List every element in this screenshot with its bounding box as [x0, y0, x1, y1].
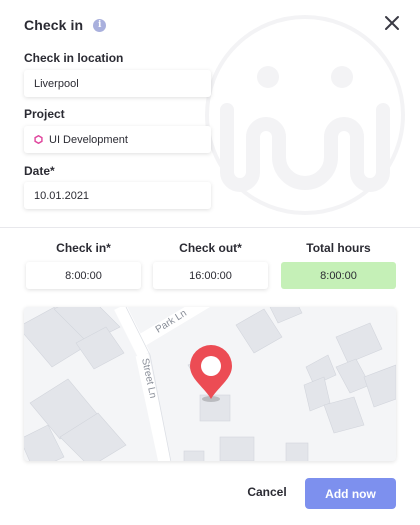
- check-in-label: Check in*: [56, 241, 111, 255]
- location-field[interactable]: Liverpool: [24, 70, 211, 97]
- modal-header: Check in i: [24, 17, 107, 33]
- add-now-button[interactable]: Add now: [305, 478, 396, 509]
- project-value: UI Development: [49, 133, 128, 146]
- map-canvas: Park Ln Street Ln: [24, 307, 396, 461]
- total-hours-value: 8:00:00: [320, 269, 357, 282]
- map-view[interactable]: Park Ln Street Ln: [24, 307, 396, 461]
- hexagon-icon: [34, 135, 43, 144]
- section-divider: [0, 227, 420, 228]
- info-icon[interactable]: i: [93, 18, 107, 32]
- logo-watermark: [205, 15, 405, 215]
- cancel-button[interactable]: Cancel: [236, 478, 298, 506]
- check-in-field[interactable]: 8:00:00: [26, 262, 141, 289]
- close-icon[interactable]: [383, 14, 401, 32]
- total-hours-field: 8:00:00: [281, 262, 396, 289]
- check-out-field[interactable]: 16:00:00: [153, 262, 268, 289]
- date-label: Date*: [24, 164, 55, 178]
- check-out-label: Check out*: [179, 241, 242, 255]
- map-building: [183, 450, 205, 461]
- date-field[interactable]: 10.01.2021: [24, 182, 211, 209]
- project-field[interactable]: UI Development: [24, 126, 211, 153]
- map-building: [285, 442, 309, 461]
- location-label: Check in location: [24, 51, 124, 65]
- map-building: [219, 436, 255, 461]
- total-hours-label: Total hours: [306, 241, 371, 255]
- check-out-value: 16:00:00: [189, 269, 232, 282]
- check-in-value: 8:00:00: [65, 269, 102, 282]
- location-value: Liverpool: [34, 77, 79, 90]
- modal-title: Check in: [24, 17, 84, 33]
- date-value: 10.01.2021: [34, 189, 90, 202]
- project-label: Project: [24, 107, 65, 121]
